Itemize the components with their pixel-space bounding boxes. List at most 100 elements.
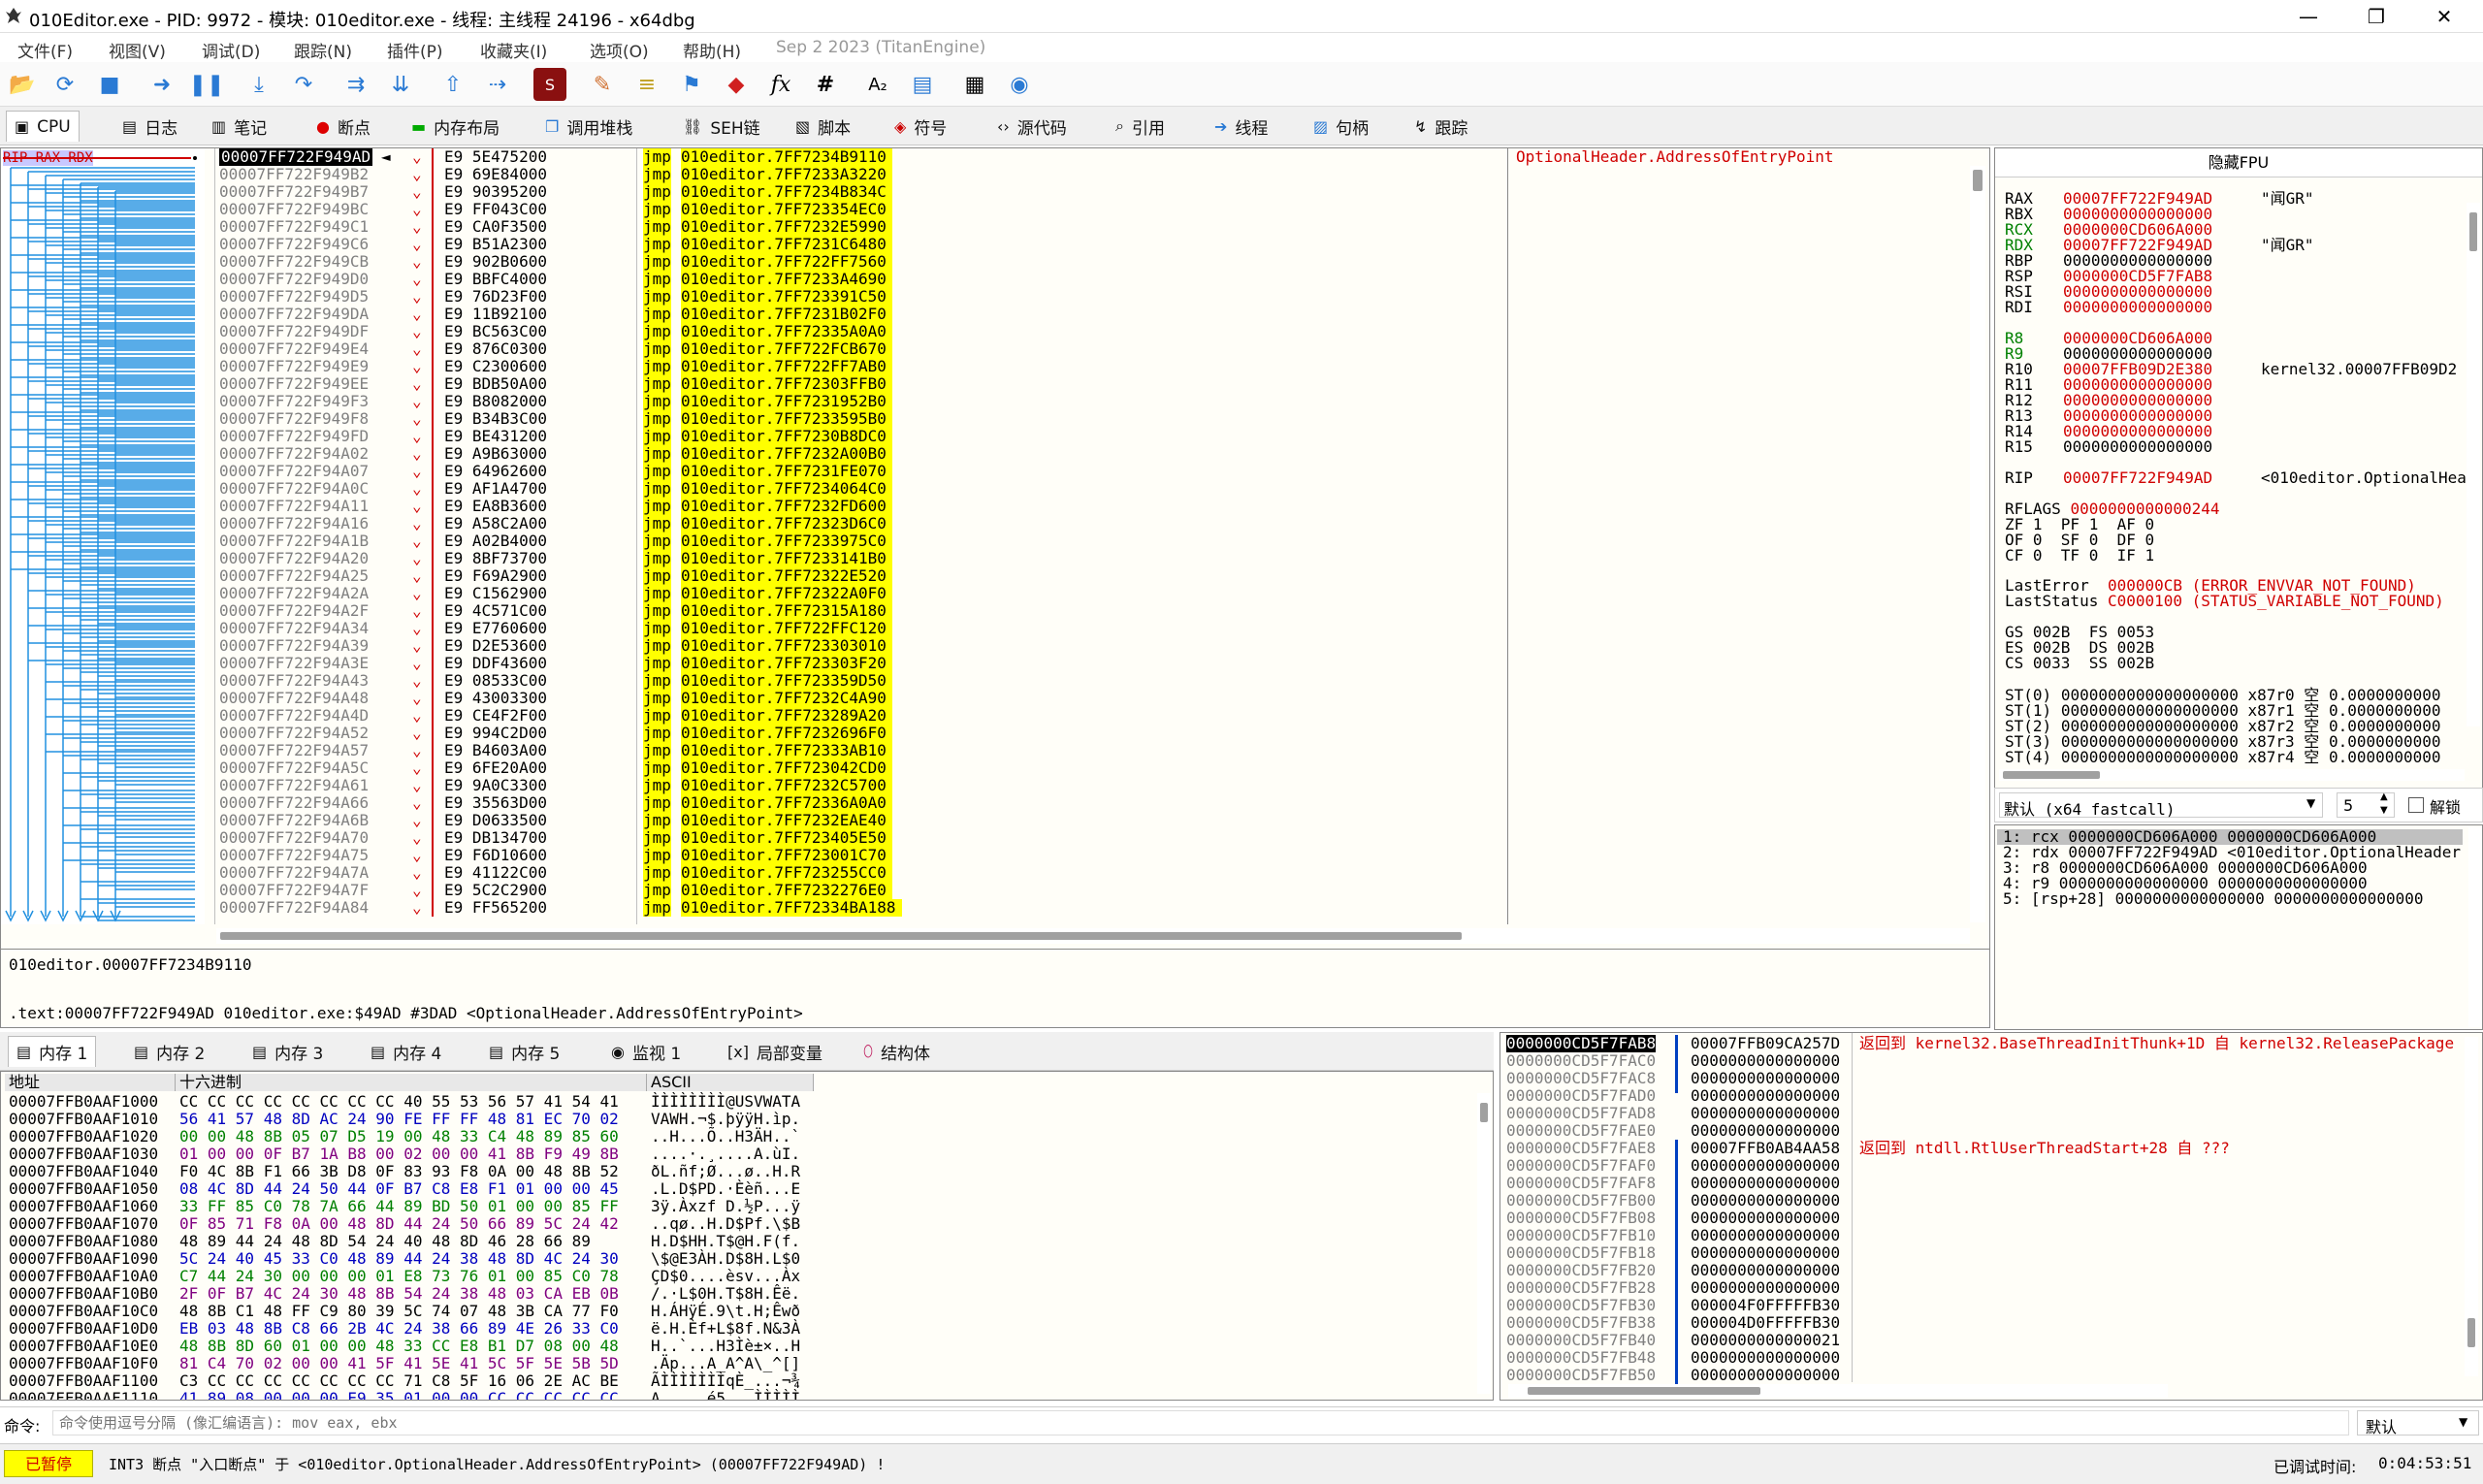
tab-cpu[interactable]: ▣ CPU: [6, 111, 80, 142]
jump-target[interactable]: 010editor.7FF7232EAE40: [681, 812, 892, 829]
disasm-row[interactable]: 00007FF722F94A0C ⌄ E9 AF1A4700 jmp 010editor…: [216, 480, 1991, 498]
tab-memtab-1[interactable]: ▤ 内存 1: [8, 1036, 97, 1067]
fpu-register-row[interactable]: ST(4) 0000000000000000000 x87r4 空 0.0000…: [2005, 750, 2441, 765]
menu-options[interactable]: 选项(O): [590, 38, 649, 62]
scrollbar-thumb[interactable]: [1480, 1103, 1488, 1122]
column-header-ascii[interactable]: ASCII: [647, 1074, 814, 1091]
disasm-row[interactable]: 00007FF722F949C6 ⌄ E9 B51A2300 jmp 010editor…: [216, 236, 1991, 253]
stack-address[interactable]: 0000000CD5F7FAB8: [1506, 1035, 1657, 1052]
stack-value[interactable]: 0000000000000000: [1691, 1105, 1840, 1122]
tab-memtab-6[interactable]: ◉ 监视 1: [603, 1036, 689, 1067]
dump-address[interactable]: 00007FFB0AAF1000: [9, 1093, 158, 1111]
dump-address[interactable]: 00007FFB0AAF1050: [9, 1180, 158, 1198]
jump-target[interactable]: 010editor.7FF722FFC120: [681, 620, 892, 637]
dump-scrollbar[interactable]: [1477, 1093, 1491, 1394]
disasm-row[interactable]: 00007FF722F949C1 ⌄ E9 CA0F3500 jmp 010editor…: [216, 218, 1991, 236]
disassembly-listing[interactable]: 00007FF722F949AD ⌄ E9 5E475200 jmp 010editor…: [216, 148, 1991, 924]
arguments-scrollbar[interactable]: [2468, 827, 2482, 1027]
dump-address[interactable]: 00007FFB0AAF10B0: [9, 1285, 158, 1303]
dump-ascii[interactable]: ÇD$0....èsv...Àx: [651, 1268, 800, 1285]
jump-target[interactable]: 010editor.7FF7233975C0: [681, 532, 892, 550]
dump-hex[interactable]: 81 C4 70 02 00 00 41 5F 41 5E 41 5C 5F 5…: [179, 1355, 619, 1372]
jump-target[interactable]: 010editor.7FF723359D50: [681, 672, 892, 690]
disasm-row[interactable]: 00007FF722F949B7 ⌄ E9 90395200 jmp 010editor…: [216, 183, 1991, 201]
jump-target[interactable]: 010editor.7FF723354EC0: [681, 201, 892, 218]
dump-hex[interactable]: CC CC CC CC CC CC CC CC 40 55 53 56 57 4…: [179, 1093, 619, 1111]
dump-ascii[interactable]: ..qø..H.D$Pf.\$B: [651, 1215, 800, 1233]
tab-call-stack[interactable]: ❐ 调用堆栈: [537, 111, 640, 142]
jump-target[interactable]: 010editor.7FF7233A3220: [681, 166, 892, 183]
register-value[interactable]: 0000000000000000: [2063, 300, 2212, 315]
disasm-horizontal-scrollbar[interactable]: [216, 928, 1970, 944]
dump-ascii[interactable]: .L.D$PD.·Èèñ...E: [651, 1180, 800, 1198]
disasm-row[interactable]: 00007FF722F94A6B ⌄ E9 D0633500 jmp 010editor…: [216, 812, 1991, 829]
trace-into-icon[interactable]: ⇉: [339, 68, 372, 101]
patch-icon[interactable]: ✎: [586, 68, 619, 101]
scrollbar-thumb[interactable]: [1528, 1387, 1760, 1395]
jump-target[interactable]: 010editor.7FF722FCB670: [681, 340, 892, 358]
disasm-row[interactable]: 00007FF722F94A61 ⌄ E9 9A0C3300 jmp 010editor…: [216, 777, 1991, 794]
dump-address[interactable]: 00007FFB0AAF1100: [9, 1372, 158, 1390]
tab-symbols[interactable]: ◈ 符号: [887, 111, 954, 142]
hide-fpu-toggle[interactable]: 隐藏FPU: [1995, 148, 2482, 177]
jump-target[interactable]: 010editor.7FF7233A4690: [681, 271, 892, 288]
disasm-row[interactable]: 00007FF722F94A43 ⌄ E9 08533C00 jmp 010editor…: [216, 672, 1991, 690]
jump-target[interactable]: 010editor.7FF7232FD600: [681, 498, 892, 515]
memory-dump[interactable]: 地址 十六进制 ASCII 00007FFB0AAF1000 CC CC CC C…: [0, 1071, 1494, 1401]
stack-address[interactable]: 0000000CD5F7FB50: [1506, 1367, 1656, 1384]
tab-breakpoints[interactable]: ● 断点: [308, 111, 378, 142]
jump-target[interactable]: 010editor.7FF7232E5990: [681, 218, 892, 236]
tab-memtab-4[interactable]: ▤ 内存 4: [363, 1036, 449, 1067]
stack-address[interactable]: 0000000CD5F7FAE8: [1506, 1140, 1656, 1157]
jump-target[interactable]: 010editor.7FF7232C5700: [681, 777, 892, 794]
stack-value[interactable]: 0000000000000000: [1691, 1244, 1840, 1262]
column-header-hex[interactable]: 十六进制: [176, 1074, 647, 1091]
variables-icon[interactable]: #: [809, 68, 842, 101]
disasm-row[interactable]: 00007FF722F949FD ⌄ E9 BE431200 jmp 010editor…: [216, 428, 1991, 445]
jump-target[interactable]: 010editor.7FF72333AB10: [681, 742, 892, 759]
stack-address[interactable]: 0000000CD5F7FB00: [1506, 1192, 1656, 1210]
stop-icon[interactable]: ■: [93, 68, 126, 101]
dump-ascii[interactable]: ..H...Õ..H3ÄH..`: [651, 1128, 800, 1145]
disasm-vertical-scrollbar[interactable]: [1970, 166, 1985, 922]
disasm-row[interactable]: 00007FF722F94A34 ⌄ E9 E7760600 jmp 010editor…: [216, 620, 1991, 637]
stack-value[interactable]: 0000000000000000: [1691, 1349, 1840, 1367]
disasm-row[interactable]: 00007FF722F949DA ⌄ E9 11B92100 jmp 010editor…: [216, 306, 1991, 323]
stack-value[interactable]: 00007FFB09CA257D: [1691, 1035, 1840, 1052]
stack-value[interactable]: 0000000000000000: [1691, 1157, 1840, 1175]
disasm-row[interactable]: 00007FF722F949CB ⌄ E9 902B0600 jmp 010editor…: [216, 253, 1991, 271]
step-into-icon[interactable]: ⤓: [242, 68, 275, 101]
disasm-row[interactable]: 00007FF722F94A25 ⌄ E9 F69A2900 jmp 010editor…: [216, 567, 1991, 585]
dump-hex[interactable]: 41 89 08 00 00 00 E9 35 01 00 00 CC CC C…: [179, 1390, 619, 1401]
stack-value[interactable]: 0000000000000000: [1691, 1262, 1840, 1279]
stack-address[interactable]: 0000000CD5F7FAD8: [1506, 1105, 1656, 1122]
jump-target[interactable]: 010editor.7FF722FF7560: [681, 253, 892, 271]
stack-value[interactable]: 0000000000000000: [1691, 1367, 1840, 1384]
stack-address[interactable]: 0000000CD5F7FB28: [1506, 1279, 1656, 1297]
scylla-icon[interactable]: S: [533, 68, 566, 101]
disasm-row[interactable]: 00007FF722F949F8 ⌄ E9 B34B3C00 jmp 010editor…: [216, 410, 1991, 428]
dump-hex[interactable]: 48 8B C1 48 FF C9 80 39 5C 74 07 48 3B C…: [179, 1303, 619, 1320]
jump-target[interactable]: 010editor.7FF723303F20: [681, 655, 892, 672]
dump-address[interactable]: 00007FFB0AAF10D0: [9, 1320, 158, 1338]
close-button[interactable]: ✕: [2410, 0, 2478, 33]
dump-hex[interactable]: C7 44 24 30 00 00 00 01 E8 73 76 01 00 8…: [179, 1268, 619, 1285]
jump-target[interactable]: 010editor.7FF7232A00B0: [681, 445, 892, 463]
bookmarks-icon[interactable]: ◆: [720, 68, 753, 101]
disasm-row[interactable]: 00007FF722F949EE ⌄ E9 BDB50A00 jmp 010editor…: [216, 375, 1991, 393]
jump-target[interactable]: 010editor.7FF723405E50: [681, 829, 892, 847]
spin-down-icon[interactable]: ▼: [2380, 805, 2388, 816]
jump-target[interactable]: 010editor.7FF72322A0F0: [681, 585, 892, 602]
dump-address[interactable]: 00007FFB0AAF10E0: [9, 1338, 158, 1355]
spin-up-icon[interactable]: ▲: [2380, 791, 2388, 802]
stack-address[interactable]: 0000000CD5F7FB10: [1506, 1227, 1656, 1244]
run-to-user-code-icon[interactable]: ⇢: [481, 68, 514, 101]
tab-references[interactable]: ⌕ 引用: [1108, 111, 1173, 142]
dump-address[interactable]: 00007FFB0AAF1040: [9, 1163, 158, 1180]
tab-memtab-8[interactable]: ⬯ 结构体: [855, 1036, 938, 1067]
dump-hex[interactable]: 2F 0F B7 4C 24 30 48 8B 54 24 38 48 03 C…: [179, 1285, 619, 1303]
dump-hex[interactable]: EB 03 48 8B C8 66 2B 4C 24 38 66 89 4E 2…: [179, 1320, 619, 1338]
stack-value[interactable]: 0000000000000000: [1691, 1052, 1840, 1070]
dump-address[interactable]: 00007FFB0AAF1090: [9, 1250, 158, 1268]
dump-address[interactable]: 00007FFB0AAF1020: [9, 1128, 158, 1145]
